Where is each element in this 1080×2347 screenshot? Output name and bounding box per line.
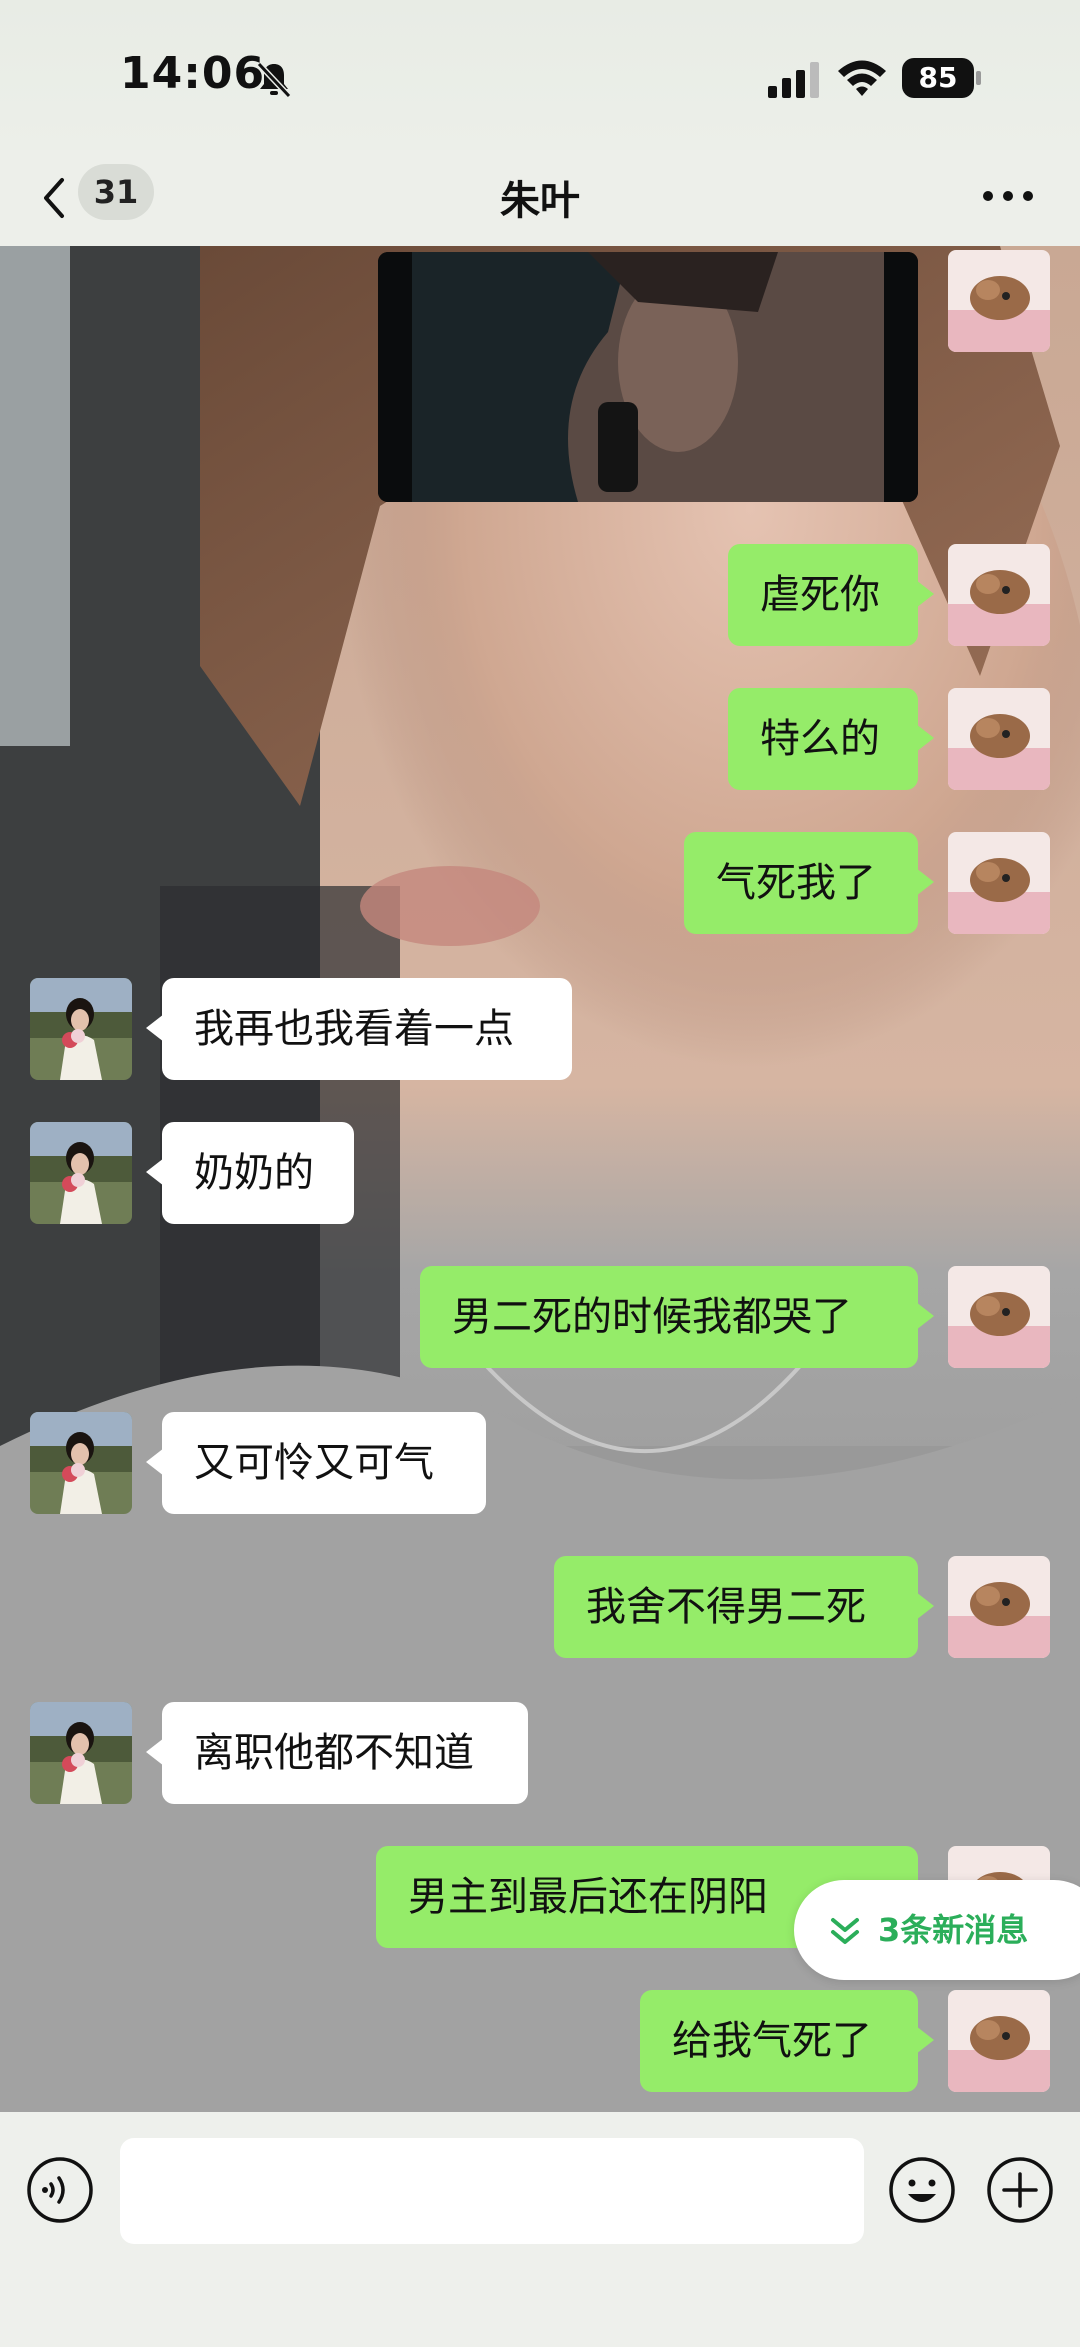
contact-avatar[interactable] xyxy=(30,1122,132,1224)
video-thumbnail xyxy=(378,252,918,502)
more-dots-icon[interactable] xyxy=(980,176,1036,216)
incoming-message[interactable]: 离职他都不知道 xyxy=(146,1702,528,1804)
outgoing-message[interactable]: 给我气死了 xyxy=(640,1990,934,2092)
my-avatar[interactable] xyxy=(948,544,1050,646)
plus-icon[interactable] xyxy=(986,2156,1054,2224)
outgoing-message[interactable]: 我舍不得男二死 xyxy=(554,1556,934,1658)
incoming-message[interactable]: 又可怜又可气 xyxy=(146,1412,486,1514)
my-avatar[interactable] xyxy=(948,1556,1050,1658)
voice-icon[interactable] xyxy=(26,2156,94,2224)
emoji-icon[interactable] xyxy=(888,2156,956,2224)
status-time: 14:06 xyxy=(120,48,266,99)
chat-message-list[interactable]: 虐死你 特么的 气死我了 我再也我看着一点 奶奶的 男二死的时候我都哭了 又可怜… xyxy=(0,246,1080,2112)
my-avatar[interactable] xyxy=(948,1266,1050,1368)
bell-slash-icon xyxy=(256,61,292,99)
outgoing-message[interactable]: 特么的 xyxy=(728,688,934,790)
my-avatar[interactable] xyxy=(948,1990,1050,2092)
incoming-message[interactable]: 我再也我看着一点 xyxy=(146,978,572,1080)
message-input-bar xyxy=(0,2112,1080,2347)
video-message[interactable] xyxy=(378,252,918,502)
my-avatar[interactable] xyxy=(948,250,1050,352)
cellular-signal-icon xyxy=(768,62,819,98)
chat-header: 31 朱叶 xyxy=(0,150,1080,246)
new-messages-button[interactable]: 3条新消息 xyxy=(794,1880,1080,1980)
contact-avatar[interactable] xyxy=(30,1412,132,1514)
double-chevron-down-icon xyxy=(831,1918,859,1944)
new-messages-label: 3条新消息 xyxy=(878,1911,1029,1949)
outgoing-message[interactable]: 男二死的时候我都哭了 xyxy=(420,1266,934,1368)
outgoing-message[interactable]: 虐死你 xyxy=(728,544,934,646)
battery-icon: 85 xyxy=(902,58,982,98)
status-bar: 14:06 85 xyxy=(0,0,1080,150)
my-avatar[interactable] xyxy=(948,832,1050,934)
chat-title: 朱叶 xyxy=(500,178,580,224)
contact-avatar[interactable] xyxy=(30,1702,132,1804)
battery-level: 85 xyxy=(918,61,958,94)
incoming-message[interactable]: 奶奶的 xyxy=(146,1122,354,1224)
message-text-input[interactable] xyxy=(120,2138,864,2244)
outgoing-message[interactable]: 气死我了 xyxy=(684,832,934,934)
my-avatar[interactable] xyxy=(948,688,1050,790)
wifi-icon xyxy=(838,60,886,96)
contact-avatar[interactable] xyxy=(30,978,132,1080)
